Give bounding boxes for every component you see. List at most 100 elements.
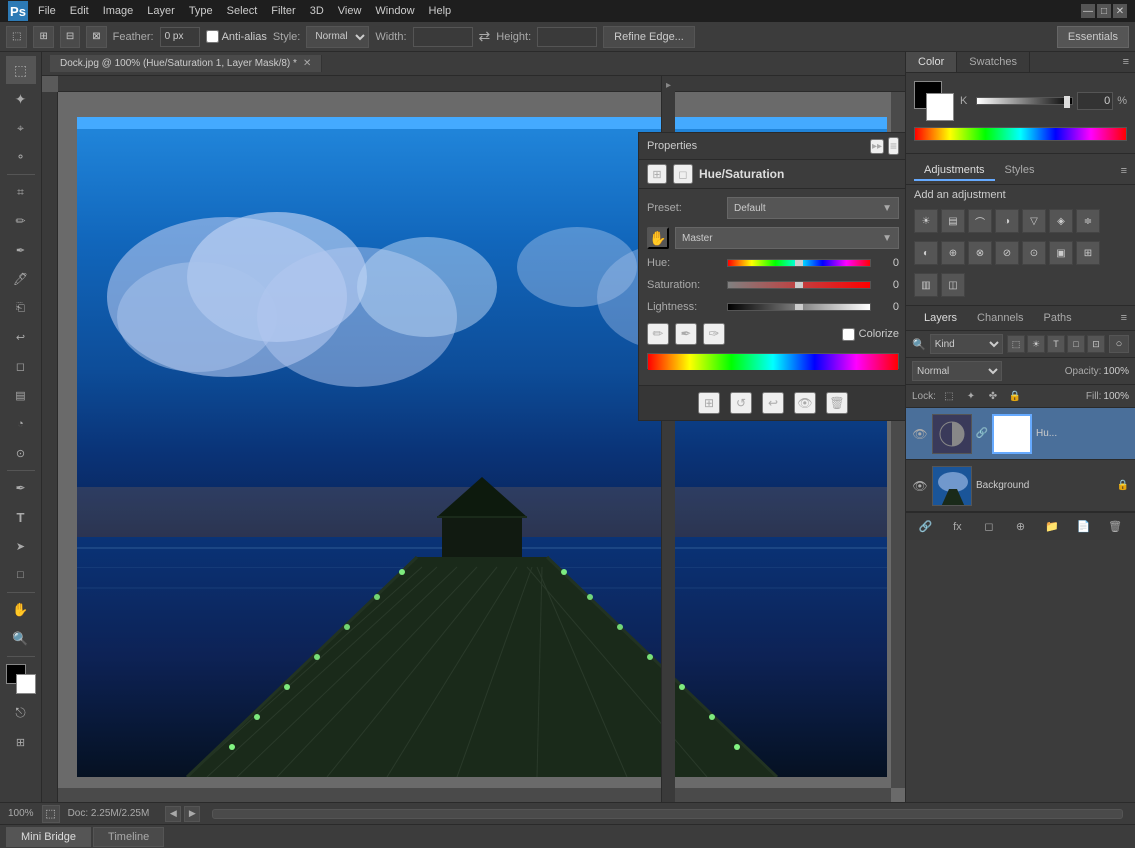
- menu-file[interactable]: File: [32, 3, 62, 19]
- adj-brightness-icon[interactable]: ☀: [914, 209, 938, 233]
- feather-input[interactable]: [160, 27, 200, 47]
- layer-mask-icon[interactable]: ◻: [978, 516, 1000, 538]
- tab-timeline[interactable]: Timeline: [93, 827, 164, 847]
- status-scrollbar[interactable]: [212, 809, 1123, 819]
- close-button[interactable]: ✕: [1113, 4, 1127, 18]
- canvas-scrollbar-horizontal[interactable]: [58, 788, 891, 802]
- brush-tool[interactable]: 🖊: [6, 265, 36, 293]
- eyedropper-tool[interactable]: ✏: [6, 207, 36, 235]
- shape-tool[interactable]: □: [6, 561, 36, 589]
- prop-undo-btn[interactable]: ↩: [762, 392, 784, 414]
- properties-expand-btn[interactable]: ▸▸: [870, 139, 884, 154]
- layer-delete-icon[interactable]: 🗑: [1104, 516, 1126, 538]
- refine-edge-button[interactable]: Refine Edge...: [603, 26, 695, 48]
- prop-mask-icon-btn[interactable]: ◻: [673, 164, 693, 184]
- color-swatches[interactable]: [6, 664, 36, 694]
- menu-3d[interactable]: 3D: [304, 3, 330, 19]
- height-input[interactable]: [537, 27, 597, 47]
- essentials-button[interactable]: Essentials: [1057, 26, 1129, 48]
- adj-exposure-icon[interactable]: ◑: [995, 209, 1019, 233]
- path-select-tool[interactable]: ➤: [6, 532, 36, 560]
- lock-move-icon[interactable]: ✦: [962, 387, 980, 405]
- zoom-tool[interactable]: 🔍: [6, 625, 36, 653]
- status-info-btn[interactable]: ⬚: [42, 805, 60, 823]
- menu-layer[interactable]: Layer: [141, 3, 181, 19]
- colorize-checkbox-label[interactable]: Colorize: [842, 328, 899, 341]
- prop-visibility-btn[interactable]: 👁: [794, 392, 816, 414]
- bg-color-preview[interactable]: [926, 93, 954, 121]
- adj-curves-icon[interactable]: ⌒: [968, 209, 992, 233]
- channel-dropdown[interactable]: Master ▼: [675, 227, 899, 249]
- lightness-thumb[interactable]: [795, 303, 803, 311]
- menu-help[interactable]: Help: [423, 3, 458, 19]
- background-color[interactable]: [16, 674, 36, 694]
- filter-type-icon[interactable]: T: [1047, 335, 1065, 353]
- color-spectrum[interactable]: [914, 127, 1127, 141]
- type-tool[interactable]: T: [6, 503, 36, 531]
- layers-kind-select[interactable]: Kind: [930, 334, 1003, 354]
- history-brush[interactable]: ↩: [6, 323, 36, 351]
- adjustments-menu-icon[interactable]: ≡: [1121, 165, 1127, 177]
- tab-paths[interactable]: Paths: [1034, 309, 1082, 327]
- adj-photo-icon[interactable]: ⊕: [941, 241, 965, 265]
- k-slider-thumb[interactable]: [1064, 96, 1070, 108]
- menu-select[interactable]: Select: [221, 3, 264, 19]
- menu-view[interactable]: View: [332, 3, 368, 19]
- tab-styles[interactable]: Styles: [995, 161, 1045, 181]
- prop-layer-icon-btn[interactable]: ⊞: [647, 164, 667, 184]
- adj-grad-icon[interactable]: ▥: [914, 273, 938, 297]
- filter-adj-icon[interactable]: ☀: [1027, 335, 1045, 353]
- adj-bw-icon[interactable]: ◐: [914, 241, 938, 265]
- adj-vibrance-icon[interactable]: ▽: [1022, 209, 1046, 233]
- marquee-intersect-btn[interactable]: ⊟: [60, 26, 80, 48]
- marquee-tool-option[interactable]: ⬚: [6, 26, 27, 48]
- canvas-tab-close[interactable]: ✕: [303, 58, 311, 69]
- adj-huesat-icon[interactable]: ◈: [1049, 209, 1073, 233]
- lock-all-icon[interactable]: 🔒: [1006, 387, 1024, 405]
- prop-reset-btn[interactable]: ↺: [730, 392, 752, 414]
- filter-shape-icon[interactable]: □: [1067, 335, 1085, 353]
- layer-link-bottom-icon[interactable]: 🔗: [915, 516, 937, 538]
- width-input[interactable]: [413, 27, 473, 47]
- screen-mode-btn[interactable]: ⊞: [6, 728, 36, 756]
- tab-layers[interactable]: Layers: [914, 309, 967, 327]
- status-nav-prev[interactable]: ◀: [165, 806, 181, 822]
- eyedropper-btn-2[interactable]: ✒: [675, 323, 697, 345]
- k-value-input[interactable]: [1077, 92, 1113, 110]
- lightness-slider[interactable]: [727, 301, 871, 313]
- colorize-checkbox[interactable]: [842, 328, 855, 341]
- menu-type[interactable]: Type: [183, 3, 219, 19]
- adj-channel-icon[interactable]: ⊗: [968, 241, 992, 265]
- dodge-tool[interactable]: ⊙: [6, 439, 36, 467]
- tab-color[interactable]: Color: [906, 52, 957, 72]
- prop-add-btn[interactable]: ⊞: [698, 392, 720, 414]
- layers-filter-toggle[interactable]: ○: [1109, 335, 1129, 353]
- mask-thumb[interactable]: [992, 414, 1032, 454]
- saturation-thumb[interactable]: [795, 281, 803, 289]
- tab-mini-bridge[interactable]: Mini Bridge: [6, 827, 91, 847]
- adj-selective-icon[interactable]: ◫: [941, 273, 965, 297]
- lock-artboard-icon[interactable]: ✤: [984, 387, 1002, 405]
- adj-poster-icon[interactable]: ▣: [1049, 241, 1073, 265]
- layer-adj-icon[interactable]: ⊕: [1009, 516, 1031, 538]
- layer-group-icon[interactable]: 📁: [1041, 516, 1063, 538]
- filter-smart-icon[interactable]: ⊡: [1087, 335, 1105, 353]
- menu-edit[interactable]: Edit: [64, 3, 95, 19]
- eyedropper-btn-1[interactable]: ✏: [647, 323, 669, 345]
- status-nav-next[interactable]: ▶: [184, 806, 200, 822]
- adj-invert-icon[interactable]: ⊙: [1022, 241, 1046, 265]
- minimize-button[interactable]: —: [1081, 4, 1095, 18]
- eraser-tool[interactable]: ◻: [6, 352, 36, 380]
- tab-adjustments[interactable]: Adjustments: [914, 161, 995, 181]
- channel-hand-icon[interactable]: ✋: [647, 227, 669, 249]
- adj-levels-icon[interactable]: ▤: [941, 209, 965, 233]
- filter-pixel-icon[interactable]: ⬚: [1007, 335, 1025, 353]
- menu-image[interactable]: Image: [97, 3, 140, 19]
- crop-tool[interactable]: ⌗: [6, 178, 36, 206]
- marquee-subtract-btn[interactable]: ⊠: [86, 26, 106, 48]
- marquee-tool[interactable]: ⬚: [6, 56, 36, 84]
- panel-collapse-btn[interactable]: ▸: [663, 80, 674, 91]
- eyedropper-btn-3[interactable]: ✑: [703, 323, 725, 345]
- layer-visibility-background[interactable]: 👁: [912, 478, 928, 494]
- color-panel-menu-icon[interactable]: ≡: [1123, 56, 1129, 68]
